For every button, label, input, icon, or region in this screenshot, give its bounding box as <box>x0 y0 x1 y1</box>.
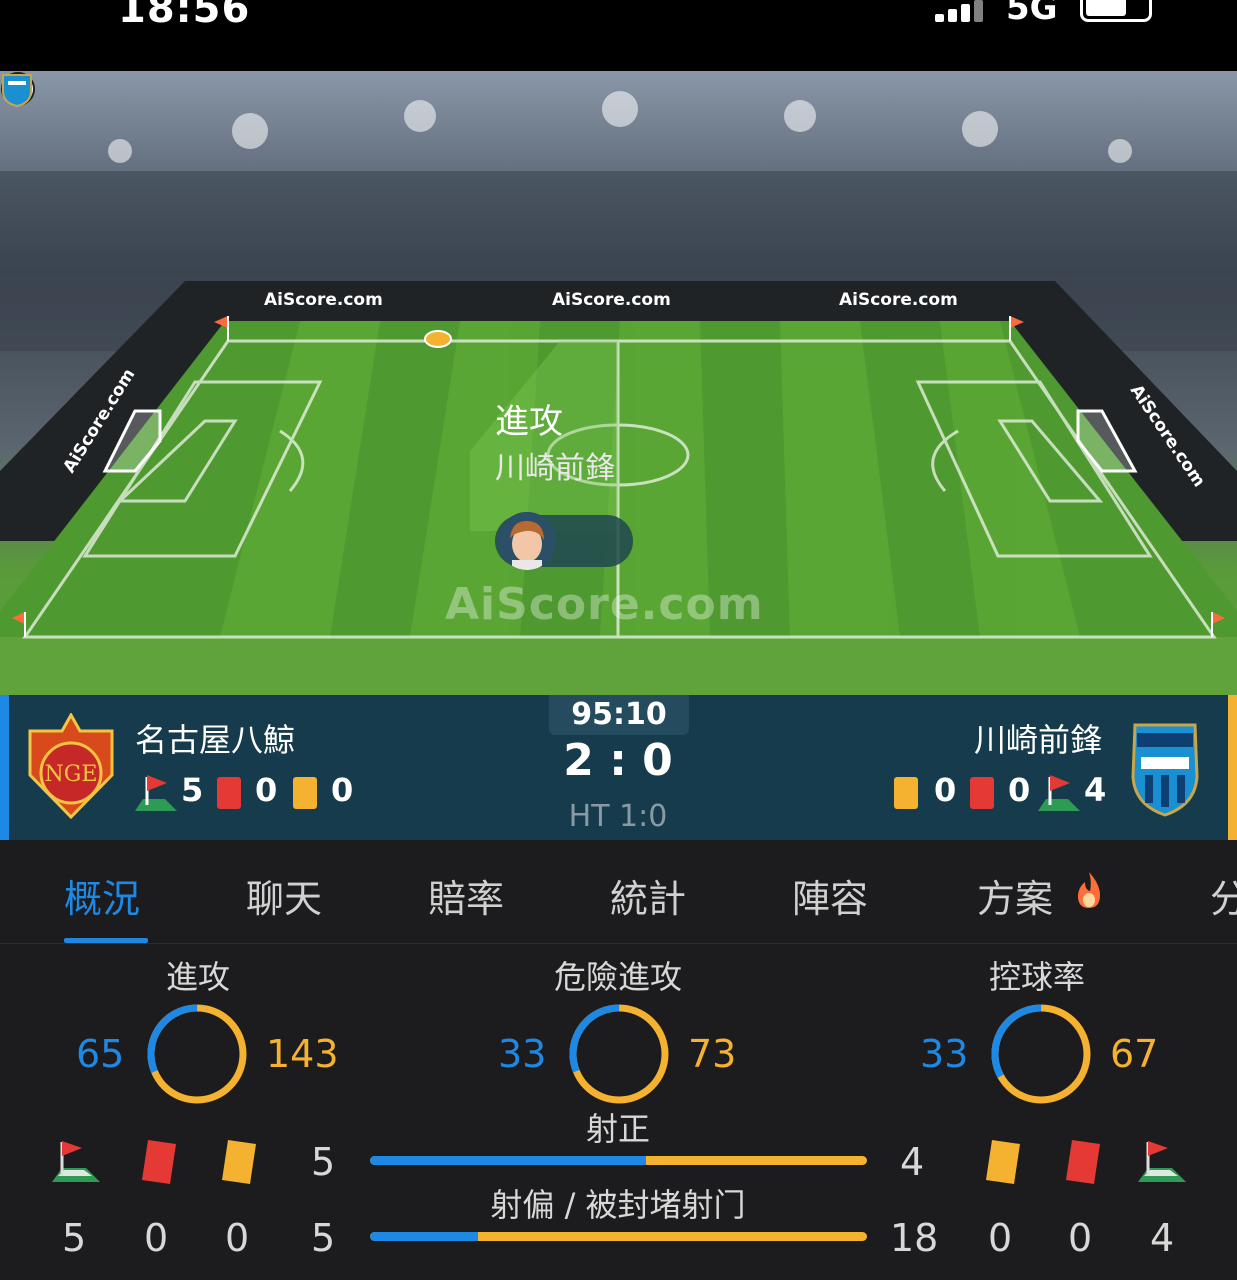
home-shots-on: 5 <box>311 1140 336 1184</box>
gauge-away-attacks: 143 <box>266 1032 339 1076</box>
shots-on-bar <box>370 1156 867 1165</box>
red-card-icon <box>970 777 994 809</box>
corner-flag-icon <box>52 1141 100 1182</box>
overview-panel: 進攻 65 143 危險進攻 33 73 控球率 33 67 5 0 0 射正 … <box>0 944 1237 1280</box>
match-time: 95:10 <box>571 697 667 732</box>
home-yellow-cards: 0 <box>331 771 354 809</box>
away-team-name[interactable]: 川崎前鋒 <box>974 715 1102 761</box>
fire-icon <box>1078 872 1100 908</box>
away-red-cards: 0 <box>1008 771 1031 809</box>
shots-off-bar <box>370 1232 867 1241</box>
gauge-label-dangerous-attacks: 危險進攻 <box>553 958 682 996</box>
home-corners-total: 5 <box>62 1216 87 1260</box>
home-shots-off: 5 <box>311 1216 336 1260</box>
gauge-label-possession: 控球率 <box>988 958 1085 996</box>
network-label: 5G <box>1006 0 1058 28</box>
tab-overview[interactable]: 概況 <box>64 868 140 923</box>
home-color-bar <box>0 695 9 840</box>
ad-board-text: AiScore.com <box>839 290 958 310</box>
gauge-home-arc <box>569 1004 669 1104</box>
away-match-stats: 0 0 4 <box>890 771 1107 811</box>
bar-label-shots-on: 射正 <box>585 1110 650 1148</box>
signal-icon <box>935 0 983 22</box>
home-red-total: 0 <box>144 1216 169 1260</box>
home-team-logo[interactable]: NGE <box>24 713 118 819</box>
match-clock: 95:10 <box>549 695 689 735</box>
ad-board-text: AiScore.com <box>552 290 671 310</box>
yellow-card-icon <box>293 777 317 809</box>
away-shots-on: 4 <box>900 1140 925 1184</box>
gauge-home-arc <box>147 1004 247 1104</box>
gauge-home-attacks: 65 <box>76 1032 125 1076</box>
bar-home-fill <box>370 1232 478 1241</box>
yellow-card-icon <box>894 777 918 809</box>
ad-board-text: AiScore.com <box>264 290 383 310</box>
match-score: 2 : 0 <box>563 735 673 786</box>
tab-plans[interactable]: 方案 <box>977 868 1053 923</box>
red-card-icon <box>1066 1140 1100 1184</box>
gauge-home-arc <box>991 1004 1091 1104</box>
corner-flag-icon <box>1138 1141 1186 1182</box>
corner-flag-icon <box>1038 775 1080 811</box>
tab-more[interactable]: 分 <box>1210 868 1237 923</box>
live-pitch-animation: AiScore.com AiScore.com AiScore.com AiSc… <box>0 71 1237 695</box>
gauge-home-possession: 33 <box>920 1032 969 1076</box>
bar-label-shots-off: 射偏 / 被封堵射门 <box>490 1186 746 1224</box>
battery-icon <box>1080 0 1152 22</box>
away-yellow-cards: 0 <box>934 771 957 809</box>
gauge-away-possession: 67 <box>1110 1032 1159 1076</box>
away-color-bar <box>1228 695 1237 840</box>
away-yellow-total: 0 <box>988 1216 1013 1260</box>
away-corners-total: 4 <box>1150 1216 1175 1260</box>
kawasaki-badge-icon <box>2 74 32 107</box>
away-shots-off: 18 <box>890 1216 939 1260</box>
gauge-donut-attacks <box>147 1004 247 1104</box>
event-team: 川崎前鋒 <box>495 451 615 486</box>
player-avatar <box>498 512 556 570</box>
red-card-icon <box>217 777 241 809</box>
red-card-icon <box>142 1140 176 1184</box>
home-match-stats: 5 0 0 <box>135 771 365 811</box>
yellow-card-icon <box>986 1140 1020 1184</box>
away-corners: 4 <box>1084 771 1107 809</box>
home-red-cards: 0 <box>255 771 278 809</box>
away-team-logo[interactable] <box>1121 717 1209 819</box>
yellow-card-icon <box>222 1140 256 1184</box>
bar-home-fill <box>370 1156 647 1165</box>
active-tab-indicator <box>64 938 148 943</box>
gauge-donut-dangerous-attacks <box>569 1004 669 1104</box>
pitch-watermark: AiScore.com <box>445 579 764 630</box>
gauge-home-dangerous-attacks: 33 <box>498 1032 547 1076</box>
svg-text:NGE: NGE <box>45 762 98 787</box>
corner-flag-icon <box>135 775 177 811</box>
home-corners: 5 <box>181 771 204 809</box>
tab-odds[interactable]: 賠率 <box>428 868 504 923</box>
tab-stats[interactable]: 統計 <box>610 868 686 923</box>
gauge-away-dangerous-attacks: 73 <box>688 1032 737 1076</box>
away-red-total: 0 <box>1068 1216 1093 1260</box>
half-time-score: HT 1:0 <box>568 799 668 834</box>
gauge-label-attacks: 進攻 <box>165 958 230 996</box>
status-time: 18:56 <box>118 0 251 32</box>
gauge-donut-possession <box>991 1004 1091 1104</box>
home-yellow-total: 0 <box>225 1216 250 1260</box>
status-bar: 18:56 5G <box>0 0 1237 71</box>
score-header: NGE 名古屋八鯨 5 0 0 95:10 2 : 0 HT 1:0 川崎前鋒 … <box>0 695 1237 840</box>
event-title: 進攻 <box>495 402 563 442</box>
home-team-name[interactable]: 名古屋八鯨 <box>135 715 295 761</box>
tab-chat[interactable]: 聊天 <box>246 868 322 923</box>
tab-lineup[interactable]: 陣容 <box>792 868 868 923</box>
tab-bar: 概況 聊天 賠率 統計 陣容 方案 分 <box>0 840 1237 944</box>
